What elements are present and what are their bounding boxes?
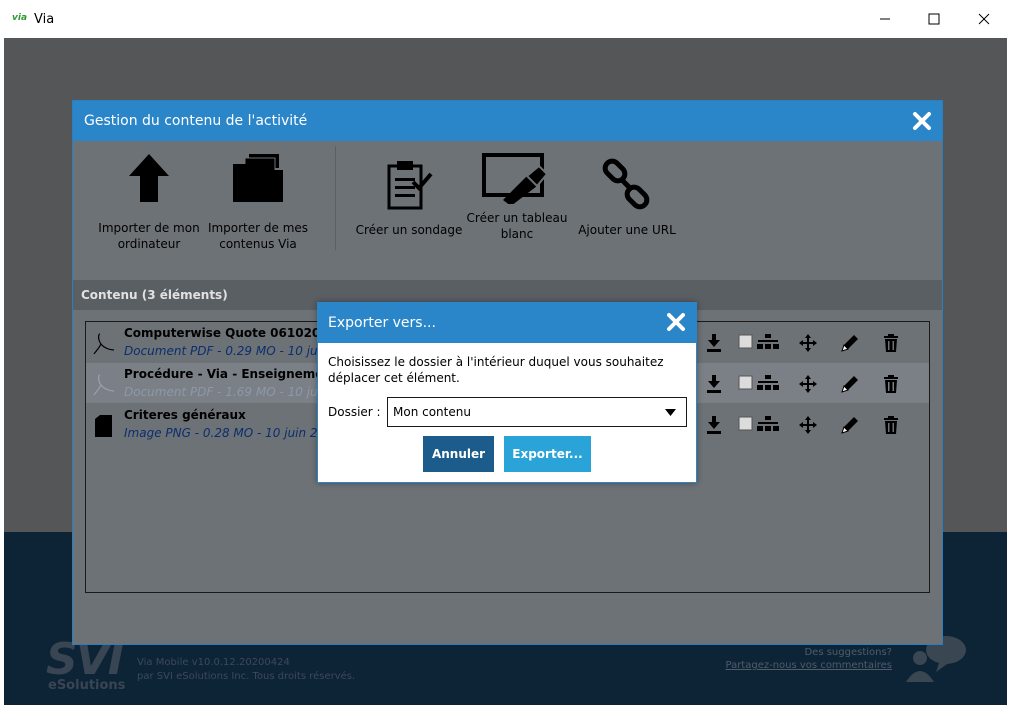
move-icon[interactable] bbox=[798, 415, 818, 435]
footer-copyright: par SVI eSolutions Inc. Tous droits rése… bbox=[137, 671, 356, 682]
toolbar-separator bbox=[335, 146, 336, 250]
chevron-down-icon bbox=[665, 409, 676, 416]
window-close-button[interactable] bbox=[961, 0, 1007, 38]
download-icon[interactable] bbox=[706, 374, 722, 394]
item-name: Procédure - Via - Enseignement bbox=[124, 367, 338, 381]
image-file-icon bbox=[95, 415, 112, 437]
add-url-button[interactable]: Ajouter une URL bbox=[575, 158, 679, 238]
pencil-icon[interactable] bbox=[840, 333, 860, 353]
hierarchy-icon[interactable] bbox=[756, 374, 780, 392]
pencil-icon[interactable] bbox=[840, 415, 860, 435]
export-message: Choisissez le dossier à l'intérieur duqu… bbox=[328, 355, 664, 385]
import-via-content-label: Importer de mes contenus Via bbox=[207, 221, 309, 251]
footer-version: Via Mobile v10.0.12.20200424 bbox=[137, 657, 290, 668]
svi-logo: SVI eSolutions bbox=[46, 634, 125, 694]
whiteboard-icon bbox=[482, 153, 549, 204]
item-name: Computerwise Quote 06102020 bbox=[124, 326, 337, 340]
minimize-button[interactable] bbox=[862, 0, 908, 38]
move-icon[interactable] bbox=[798, 333, 818, 353]
pdf-icon bbox=[93, 374, 115, 396]
pdf-icon bbox=[93, 333, 115, 355]
export-dialog-title: Exporter vers... bbox=[328, 315, 436, 331]
import-computer-button[interactable]: Importer de mon ordinateur bbox=[97, 152, 201, 252]
export-dialog-header: Exporter vers... bbox=[318, 303, 696, 343]
download-icon[interactable] bbox=[706, 415, 722, 435]
select-checkbox[interactable] bbox=[738, 415, 754, 433]
dialog-title: Gestion du contenu de l'activité bbox=[84, 113, 308, 129]
svi-logo-text: SVI bbox=[46, 634, 124, 685]
minimize-icon bbox=[880, 18, 890, 20]
pencil-icon[interactable] bbox=[840, 374, 860, 394]
feedback-link[interactable]: Partagez-nous vos commentaires bbox=[725, 660, 892, 671]
footer-suggestions: Des suggestions? Partagez-nous vos comme… bbox=[700, 646, 892, 672]
create-survey-button[interactable]: Créer un sondage bbox=[355, 158, 463, 238]
maximize-icon bbox=[928, 13, 940, 25]
window-title: Via bbox=[34, 12, 55, 27]
create-whiteboard-button[interactable]: Créer un tableau blanc bbox=[465, 152, 569, 242]
create-whiteboard-label: Créer un tableau blanc bbox=[466, 211, 568, 241]
trash-icon[interactable] bbox=[882, 333, 900, 353]
clipboard-check-icon bbox=[387, 161, 433, 210]
chain-link-icon bbox=[602, 158, 650, 210]
folder-select[interactable]: Mon contenu bbox=[387, 397, 687, 427]
close-x-icon[interactable] bbox=[911, 110, 933, 132]
select-checkbox[interactable] bbox=[738, 333, 754, 351]
content-toolbar: Importer de mon ordinateur Importer de m… bbox=[73, 142, 942, 280]
import-computer-label: Importer de mon ordinateur bbox=[98, 221, 200, 251]
export-button[interactable]: Exporter... bbox=[504, 436, 591, 472]
svi-logo-subtext: eSolutions bbox=[48, 678, 126, 693]
item-meta: Image PNG - 0.28 MO - 10 juin 20 bbox=[124, 426, 326, 440]
create-survey-label: Créer un sondage bbox=[355, 223, 463, 237]
download-icon[interactable] bbox=[706, 333, 722, 353]
maximize-button[interactable] bbox=[911, 0, 957, 38]
folder-select-value: Mon contenu bbox=[393, 405, 471, 419]
trash-icon[interactable] bbox=[882, 374, 900, 394]
item-meta: Document PDF - 0.29 MO - 10 juin bbox=[124, 344, 329, 358]
content-section-label: Contenu (3 éléments) bbox=[81, 288, 228, 302]
add-url-label: Ajouter une URL bbox=[578, 223, 676, 237]
export-dialog: Exporter vers... Choisissez le dossier à… bbox=[317, 302, 697, 483]
close-icon bbox=[978, 13, 990, 25]
trash-icon[interactable] bbox=[882, 415, 900, 435]
select-checkbox[interactable] bbox=[738, 374, 754, 392]
dialog-header: Gestion du contenu de l'activité bbox=[73, 101, 942, 141]
hierarchy-icon[interactable] bbox=[756, 415, 780, 433]
footer-version-info: Via Mobile v10.0.12.20200424 par SVI eSo… bbox=[137, 656, 355, 684]
suggestions-label: Des suggestions? bbox=[804, 647, 892, 658]
import-via-content-button[interactable]: Importer de mes contenus Via bbox=[207, 152, 309, 252]
move-icon[interactable] bbox=[798, 374, 818, 394]
upload-arrow-icon bbox=[129, 154, 169, 202]
item-meta: Document PDF - 1.69 MO - 10 juin bbox=[124, 385, 329, 399]
item-name: Criteres généraux bbox=[124, 408, 246, 422]
close-x-icon[interactable] bbox=[666, 312, 686, 332]
folder-icon bbox=[233, 154, 283, 202]
app-logo: via bbox=[12, 13, 28, 23]
window-titlebar: via Via bbox=[0, 0, 1011, 38]
hierarchy-icon[interactable] bbox=[756, 333, 780, 351]
folder-label: Dossier : bbox=[328, 405, 381, 419]
cancel-button[interactable]: Annuler bbox=[423, 436, 494, 472]
